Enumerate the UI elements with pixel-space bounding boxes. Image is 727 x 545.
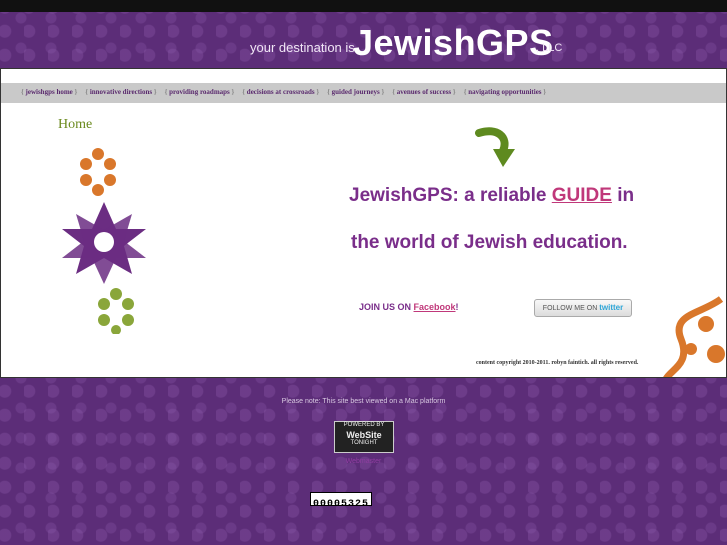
curved-arrow-icon — [475, 127, 515, 167]
site-title[interactable]: JewishGPS — [353, 22, 554, 64]
counter-value: 00005325 — [313, 499, 370, 510]
nav-item-avenues-of-success[interactable]: avenues of success — [392, 88, 455, 96]
copyright-text: content copyright 2010-2011. robyn faint… — [476, 360, 639, 366]
content-panel: jewishgps home innovative directions pro… — [0, 68, 727, 378]
top-black-bar — [0, 0, 727, 12]
flourish-decoration-icon — [663, 296, 725, 377]
page-title: Home — [58, 117, 93, 132]
visitor-counter: 00005325 — [310, 492, 373, 510]
website-tonight-badge[interactable]: POWERED BY WebSite TONIGHT — [334, 421, 394, 453]
headline-line-2: the world of Jewish education. — [351, 232, 628, 253]
nav-item-home[interactable]: jewishgps home — [21, 88, 77, 96]
guide-link[interactable]: GUIDE — [552, 185, 612, 206]
badge-title: WebSite — [346, 430, 382, 440]
badge-powered-by: POWERED BY — [343, 422, 385, 428]
join-end: ! — [455, 302, 459, 312]
nav-item-providing-roadmaps[interactable]: providing roadmaps — [165, 88, 235, 96]
facebook-callout: JOIN US ON Facebook! — [359, 302, 459, 312]
facebook-link[interactable]: Facebook — [414, 302, 456, 312]
nav-item-navigating-opportunities[interactable]: navigating opportunities — [464, 88, 546, 96]
platform-note: Please note: This site best viewed on a … — [281, 398, 446, 405]
header-tagline: your destination is — [250, 40, 355, 55]
badge-subtitle: TONIGHT — [350, 440, 378, 446]
twitter-logo-icon: twitter — [599, 303, 624, 312]
nav-item-innovative-directions[interactable]: innovative directions — [85, 88, 156, 96]
nav-item-decisions-at-crossroads[interactable]: decisions at crossroads — [242, 88, 319, 96]
headline-line-1: JewishGPS: a reliable GUIDE in — [349, 185, 634, 207]
join-text: JOIN US ON — [359, 302, 414, 312]
site-header: your destination is JewishGPS , LLC — [0, 22, 727, 64]
webmaster-link[interactable]: Webmaster — [0, 458, 727, 465]
header-llc: , LLC — [536, 42, 563, 54]
star-decoration-icon — [62, 148, 146, 334]
twitter-button-label: FOLLOW ME ON — [542, 305, 600, 312]
follow-twitter-button[interactable]: FOLLOW ME ON twitter — [534, 299, 632, 317]
nav-item-guided-journeys[interactable]: guided journeys — [327, 88, 384, 96]
headline-text-end: in — [611, 185, 635, 206]
headline-text: JewishGPS: a reliable — [349, 185, 552, 206]
nav-bar: jewishgps home innovative directions pro… — [1, 83, 726, 103]
